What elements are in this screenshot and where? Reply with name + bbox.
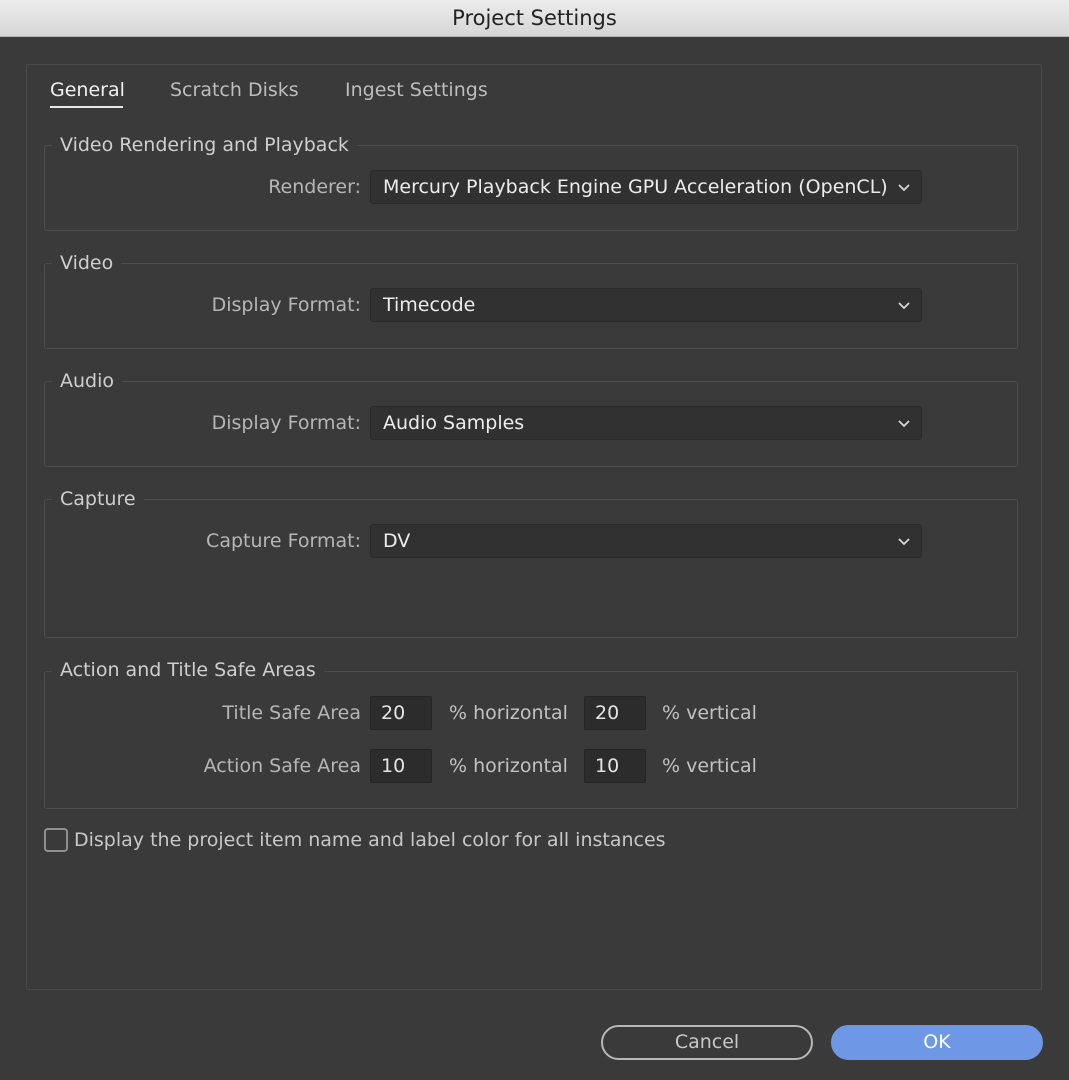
capture-format-label: Capture Format:: [206, 530, 361, 552]
action-safe-horizontal-unit: % horizontal: [449, 755, 568, 777]
safe-areas-legend: Action and Title Safe Areas: [52, 657, 324, 683]
action-safe-vertical-unit: % vertical: [662, 755, 757, 777]
title-safe-vertical-unit: % vertical: [662, 702, 757, 724]
capture-format-select[interactable]: DV: [370, 524, 922, 558]
chevron-down-icon: [898, 184, 910, 192]
title-safe-vertical-input[interactable]: 20: [584, 696, 646, 730]
video-display-format-value: Timecode: [383, 294, 476, 316]
title-safe-horizontal-unit: % horizontal: [449, 702, 568, 724]
tab-scratch-disks[interactable]: Scratch Disks: [170, 76, 299, 104]
tab-ingest-settings[interactable]: Ingest Settings: [345, 76, 488, 104]
video-rendering-legend: Video Rendering and Playback: [52, 132, 357, 158]
video-legend: Video: [52, 250, 122, 276]
renderer-select[interactable]: Mercury Playback Engine GPU Acceleration…: [370, 170, 922, 204]
capture-format-value: DV: [383, 530, 411, 552]
cancel-button[interactable]: Cancel: [601, 1025, 813, 1060]
ok-button[interactable]: OK: [831, 1025, 1043, 1060]
safe-areas-group: [44, 671, 1018, 809]
audio-display-format-label: Display Format:: [211, 412, 361, 434]
chevron-down-icon: [898, 538, 910, 546]
title-safe-area-label: Title Safe Area: [222, 702, 361, 724]
video-display-format-label: Display Format:: [211, 294, 361, 316]
chevron-down-icon: [898, 302, 910, 310]
display-item-name-checkbox[interactable]: [44, 828, 68, 852]
audio-display-format-value: Audio Samples: [383, 412, 525, 434]
capture-legend: Capture: [52, 486, 144, 512]
action-safe-vertical-input[interactable]: 10: [584, 749, 646, 783]
capture-group: [44, 499, 1018, 638]
action-safe-horizontal-input[interactable]: 10: [370, 749, 432, 783]
audio-legend: Audio: [52, 368, 123, 394]
renderer-label: Renderer:: [268, 176, 361, 198]
display-item-name-label[interactable]: Display the project item name and label …: [74, 827, 666, 853]
title-safe-horizontal-input[interactable]: 20: [370, 696, 432, 730]
video-display-format-select[interactable]: Timecode: [370, 288, 922, 322]
active-tab-indicator: [50, 106, 123, 108]
audio-display-format-select[interactable]: Audio Samples: [370, 406, 922, 440]
chevron-down-icon: [898, 420, 910, 428]
tab-general[interactable]: General: [50, 76, 125, 104]
action-safe-area-label: Action Safe Area: [203, 755, 361, 777]
window-title: Project Settings: [0, 0, 1069, 37]
renderer-value: Mercury Playback Engine GPU Acceleration…: [383, 176, 888, 198]
